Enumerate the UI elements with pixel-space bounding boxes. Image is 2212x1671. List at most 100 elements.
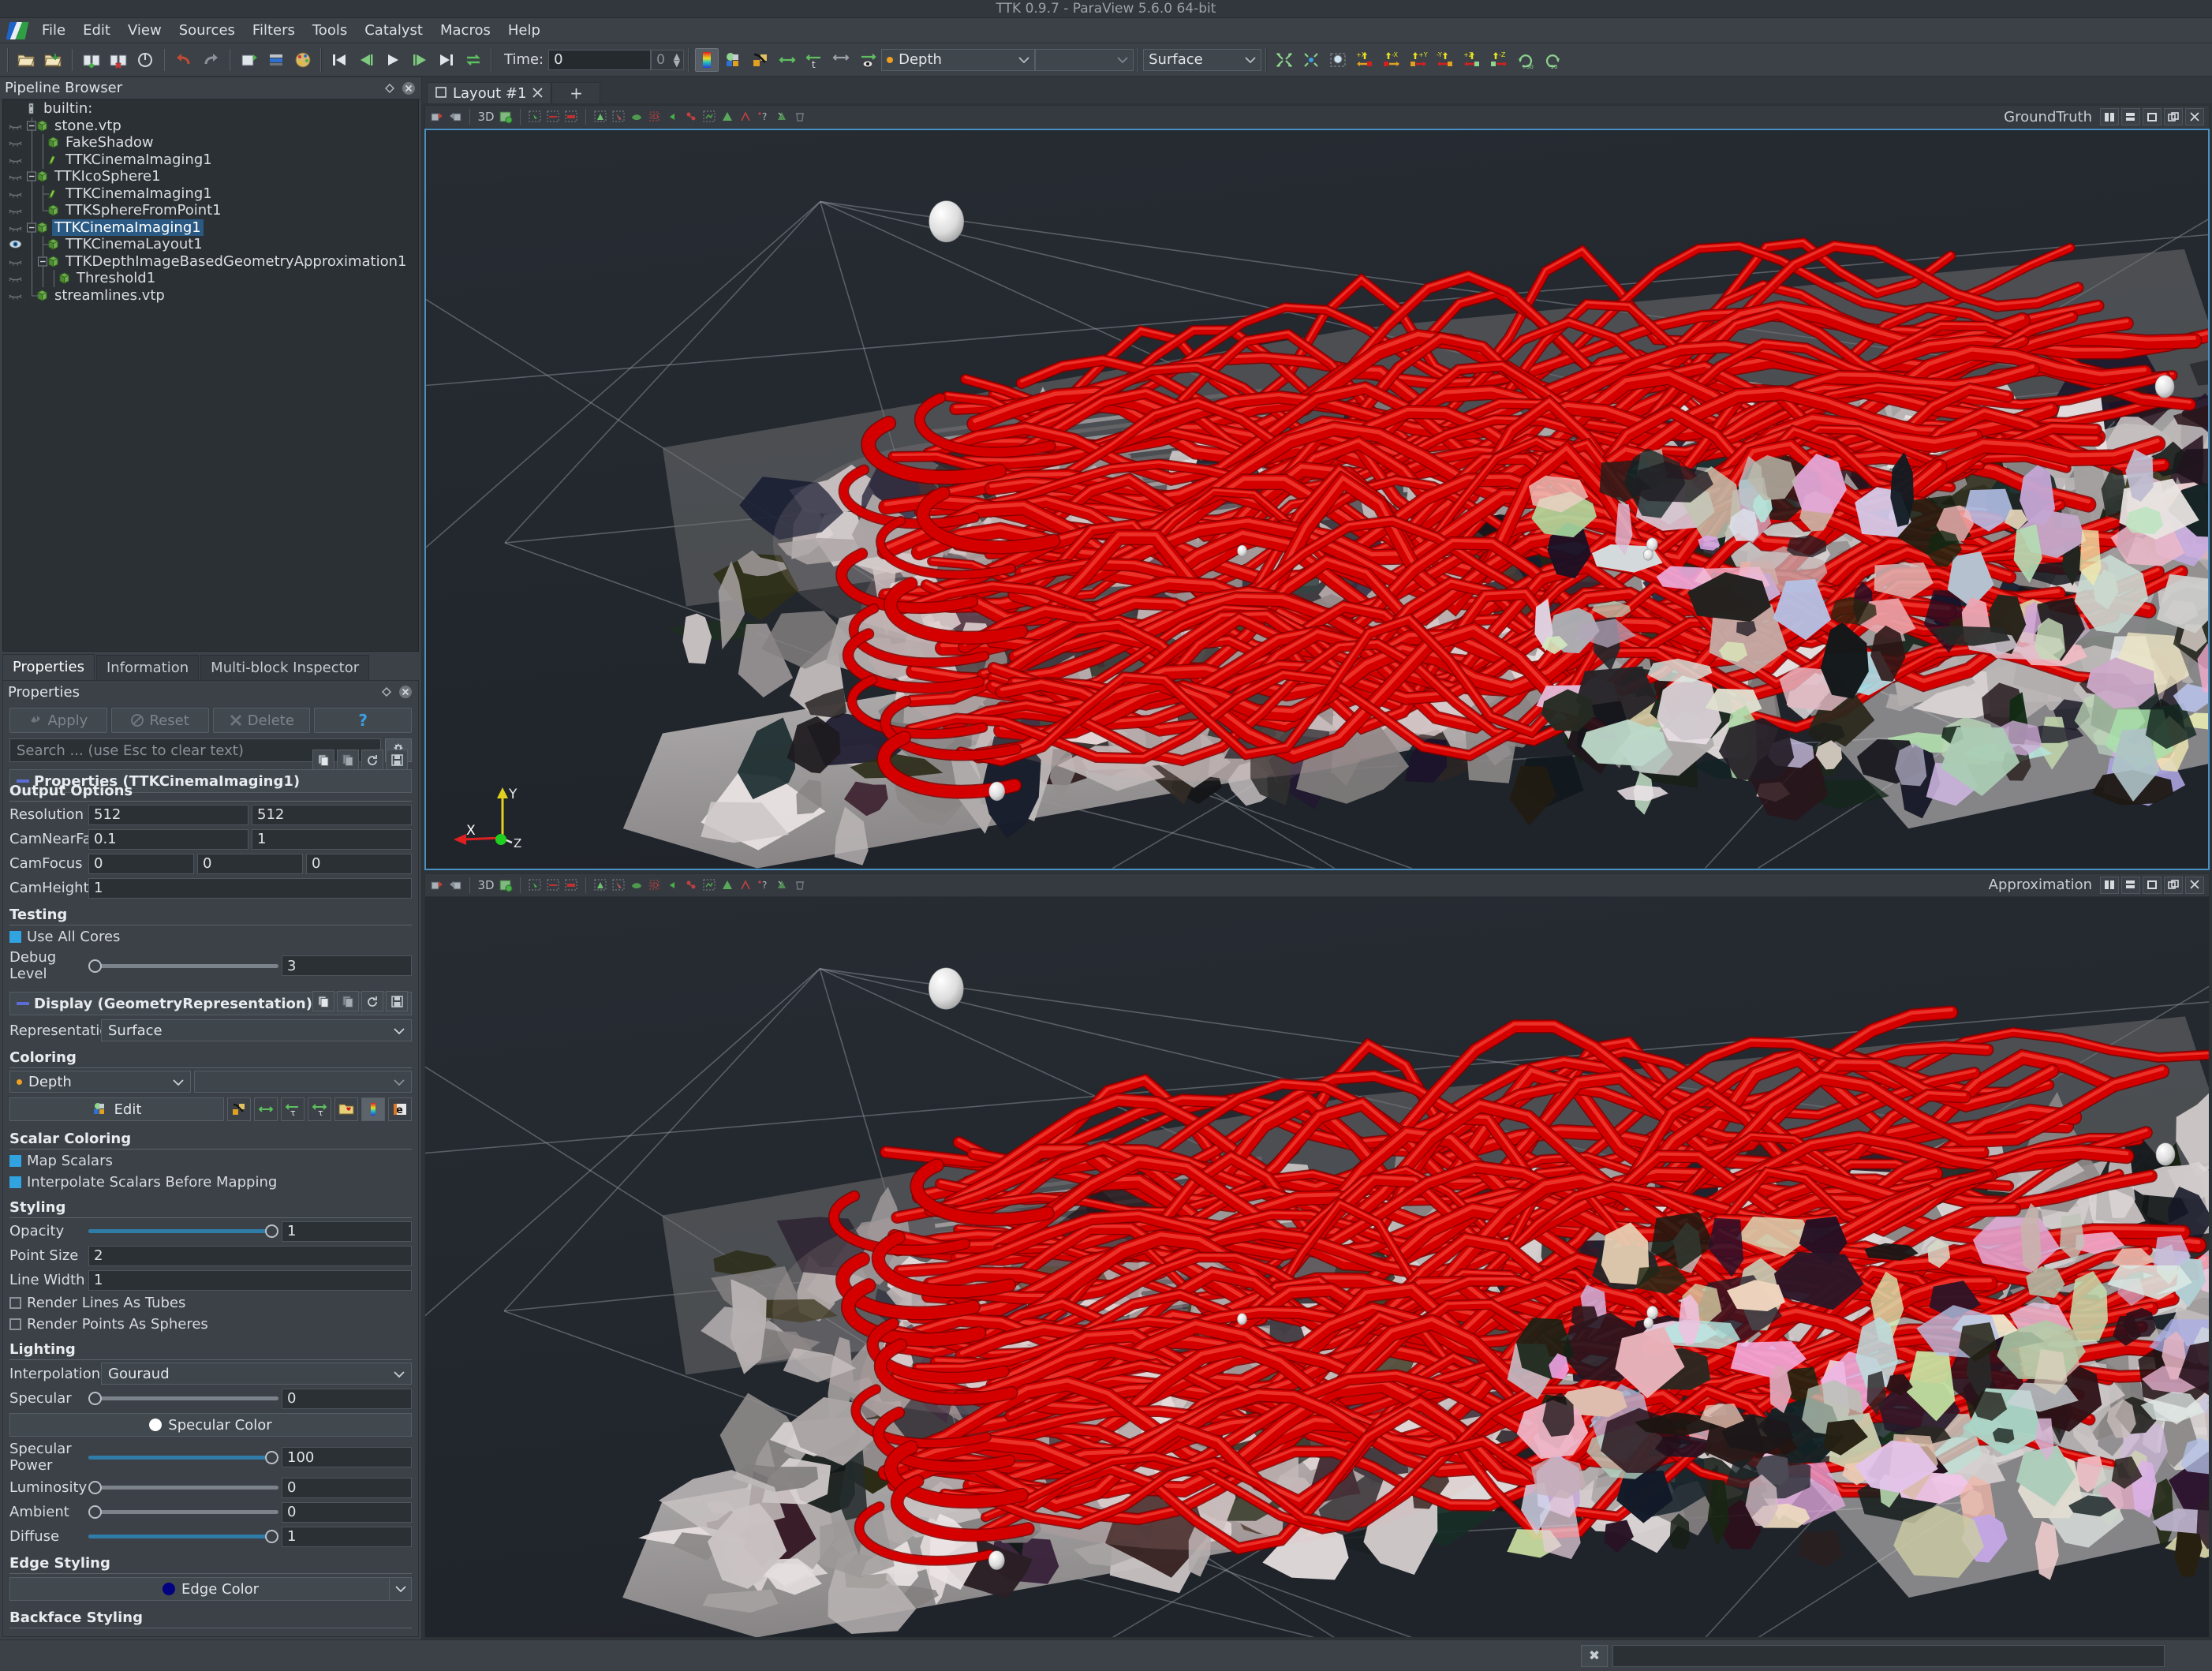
pipeline-item-builtin[interactable]: builtin: <box>3 100 418 118</box>
clear-selection-icon[interactable] <box>664 877 682 894</box>
specular-power-slider[interactable] <box>88 1447 278 1467</box>
map-scalars-checkbox[interactable] <box>9 1155 21 1167</box>
undock-icon[interactable] <box>379 684 394 700</box>
select-points-icon[interactable] <box>544 877 562 894</box>
pipeline-item-ttkicosphere1[interactable]: TTKIcoSphere1 <box>3 168 418 186</box>
camera-undo-icon[interactable] <box>237 48 261 72</box>
viewport-approximation[interactable] <box>424 896 2210 1638</box>
select-cells-icon[interactable] <box>526 877 544 894</box>
split-horizontal-icon[interactable] <box>2100 876 2119 894</box>
set-view-minus-z-icon[interactable]: -Z <box>1487 48 1511 72</box>
select-triangle-icon[interactable] <box>719 108 736 125</box>
save-defaults-icon[interactable] <box>386 750 408 770</box>
set-view-plus-z-icon[interactable]: +Z <box>1460 48 1484 72</box>
frame-index-stepper[interactable]: 0 ▲ ▼ <box>651 49 685 70</box>
first-frame-icon[interactable] <box>327 48 351 72</box>
use-all-cores-row[interactable]: Use All Cores <box>9 929 412 945</box>
set-view-minus-x-icon[interactable]: -X <box>1380 48 1403 72</box>
open-file-icon[interactable] <box>14 48 38 72</box>
interactive-select-icon[interactable] <box>628 877 645 894</box>
time-input[interactable]: 0 <box>548 49 652 70</box>
select-points-icon[interactable] <box>544 108 562 125</box>
camnear-input[interactable]: 0.1 <box>88 828 248 850</box>
help-button[interactable]: ? <box>314 708 412 733</box>
load-state-icon[interactable] <box>80 48 103 72</box>
color-palette-icon[interactable] <box>291 48 315 72</box>
paste-display-icon[interactable] <box>337 991 359 1011</box>
pipeline-item-ttkcinemaimaging1[interactable]: TTKCinemaImaging1 <box>3 219 418 237</box>
interaction-mode-icon[interactable] <box>497 877 514 894</box>
reset-session-icon[interactable] <box>133 48 157 72</box>
camera-undo-icon[interactable] <box>428 108 446 125</box>
pipeline-item-ttkcinemaimaging1[interactable]: TTKCinemaImaging1 <box>3 185 418 203</box>
extract-selection-icon[interactable] <box>682 877 700 894</box>
specular-color-button[interactable]: Specular Color <box>9 1413 412 1437</box>
play-icon[interactable] <box>381 48 405 72</box>
rescale-to-visible-range-icon[interactable]: τ <box>308 1097 331 1121</box>
zoom-to-box-icon[interactable] <box>1326 48 1350 72</box>
plot-selection-icon[interactable] <box>701 108 718 125</box>
rescale-visible-eye-icon[interactable] <box>856 48 880 72</box>
maximize-view-icon[interactable] <box>2143 876 2162 894</box>
pipeline-item-streamlines-vtp[interactable]: streamlines.vtp <box>3 286 418 305</box>
specular-slider[interactable] <box>88 1389 278 1409</box>
rescale-custom-range-icon[interactable] <box>227 1097 251 1121</box>
resolution-y-input[interactable]: 512 <box>252 804 412 825</box>
rescale-custom-icon[interactable] <box>749 48 772 72</box>
select-frustum-icon[interactable] <box>562 877 580 894</box>
coloring-component-select[interactable] <box>194 1071 412 1093</box>
hover-cells-icon[interactable]: ID <box>646 877 663 894</box>
reset-camera-icon[interactable] <box>1272 48 1296 72</box>
diffuse-slider[interactable] <box>88 1527 278 1547</box>
edit-color-map-icon[interactable] <box>722 48 745 72</box>
tab-multi-block-inspector[interactable]: Multi-block Inspector <box>200 655 370 680</box>
set-view-plus-y-icon[interactable]: +Y <box>1407 48 1430 72</box>
viewport-groundtruth[interactable]: YXZ <box>424 129 2210 870</box>
edit-color-legend-icon[interactable]: e <box>388 1097 412 1121</box>
select-blocks-icon[interactable] <box>610 108 627 125</box>
resolution-x-input[interactable]: 512 <box>88 804 248 825</box>
visibility-eye-closed-icon[interactable] <box>5 256 25 267</box>
open-recent-icon[interactable] <box>41 48 65 72</box>
line-width-input[interactable]: 1 <box>88 1269 412 1291</box>
select-path-icon[interactable] <box>737 877 754 894</box>
edge-color-button[interactable]: Edge Color <box>9 1577 412 1601</box>
camera-undo-icon[interactable] <box>428 877 446 894</box>
render-points-as-spheres-checkbox[interactable] <box>9 1318 21 1330</box>
color-by-array-select[interactable]: Depth <box>881 48 1036 71</box>
interactive-select-icon[interactable] <box>628 108 645 125</box>
select-blocks-icon[interactable] <box>610 877 627 894</box>
camfocus-x-input[interactable]: 0 <box>88 853 194 874</box>
specular-value[interactable]: 0 <box>282 1388 412 1409</box>
layout-tab-1[interactable]: Layout #1 <box>427 82 552 103</box>
interpolation-select[interactable]: Gouraud <box>101 1363 412 1385</box>
reset-button[interactable]: Reset <box>110 708 209 733</box>
color-legend-icon[interactable] <box>264 48 288 72</box>
extract-selection-icon[interactable] <box>682 108 700 125</box>
visibility-eye-closed-icon[interactable] <box>5 273 25 283</box>
close-icon[interactable] <box>532 85 544 102</box>
camfocus-y-input[interactable]: 0 <box>197 853 303 874</box>
apply-button[interactable]: Apply <box>9 708 107 733</box>
undock-icon[interactable] <box>382 80 398 96</box>
delete-button[interactable]: Delete <box>212 708 311 733</box>
redo-icon[interactable] <box>199 48 222 72</box>
pipeline-item-ttkcinemalayout1[interactable]: TTKCinemaLayout1 <box>3 236 418 254</box>
clear-selection-icon[interactable] <box>664 108 682 125</box>
menu-item-edit[interactable]: Edit <box>74 19 119 42</box>
set-view-minus-y-icon[interactable]: -Y <box>1433 48 1457 72</box>
edit-color-map-button[interactable]: Edit <box>9 1097 224 1121</box>
select-custom-icon[interactable] <box>773 108 790 125</box>
visibility-eye-open-icon[interactable] <box>5 239 25 249</box>
copy-properties-icon[interactable] <box>312 750 334 770</box>
save-state-icon[interactable] <box>106 48 130 72</box>
interpolate-scalars-checkbox[interactable] <box>9 1176 21 1188</box>
toggle-color-legend-icon[interactable] <box>695 47 719 72</box>
last-frame-icon[interactable] <box>435 48 458 72</box>
choose-preset-icon[interactable] <box>334 1097 358 1121</box>
close-view-icon[interactable] <box>2185 108 2204 125</box>
debug-level-slider[interactable] <box>88 955 278 976</box>
use-all-cores-checkbox[interactable] <box>9 931 21 943</box>
help-selection-icon[interactable]: ? <box>755 877 772 894</box>
point-size-input[interactable]: 2 <box>88 1245 412 1266</box>
